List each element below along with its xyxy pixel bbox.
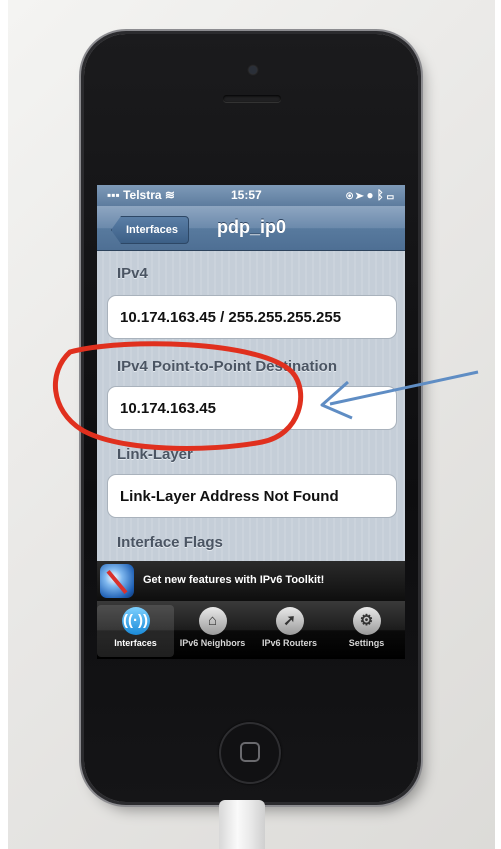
ad-text: Get new features with IPv6 Toolkit! [143, 574, 325, 586]
tab-label-interfaces: Interfaces [114, 638, 157, 648]
tab-bar: ((·)) Interfaces ⌂ IPv6 Neighbors ➚ IPv6… [97, 601, 405, 659]
carrier-name: ▪▪▪ Telstra ≋ [107, 188, 175, 202]
location-icon: ➤ [356, 188, 367, 202]
section-header-link-layer: Link-Layer [117, 446, 193, 463]
carrier-label: Telstra [123, 188, 162, 202]
bluetooth-icon: ᛒ [376, 188, 387, 202]
tab-interfaces[interactable]: ((·)) Interfaces [97, 605, 174, 657]
wifi-icon: ≋ [164, 188, 175, 202]
status-time: 15:57 [231, 188, 262, 202]
ipv4-address-cell[interactable]: 10.174.163.45 / 255.255.255.255 [107, 295, 397, 339]
arrow-icon: ➚ [275, 607, 304, 635]
p2p-destination-value: 10.174.163.45 [120, 400, 216, 417]
ad-banner[interactable]: Get new features with IPv6 Toolkit! [97, 561, 405, 601]
lightning-cable [219, 800, 265, 849]
tab-ipv6-neighbors[interactable]: ⌂ IPv6 Neighbors [174, 605, 251, 657]
ipv4-address-value: 10.174.163.45 / 255.255.255.255 [120, 309, 342, 326]
ipv6-toolkit-app-icon [100, 564, 134, 598]
section-header-ipv4: IPv4 [117, 265, 148, 282]
alarm-icon: ● [366, 188, 377, 202]
earpiece-speaker [223, 95, 281, 102]
home-icon: ⌂ [198, 607, 227, 635]
p2p-destination-cell[interactable]: 10.174.163.45 [107, 386, 397, 430]
interface-details: IPv4 10.174.163.45 / 255.255.255.255 IPv… [97, 251, 405, 561]
tab-label-settings: Settings [348, 638, 385, 648]
gear-icon: ⚙ [352, 607, 381, 635]
antenna-icon: ((·)) [121, 607, 150, 635]
phone-screen: ▪▪▪ Telstra ≋ 15:57 ◉➤●ᛒ▭ Interfaces pdp… [97, 185, 405, 659]
section-header-p2p-destination: IPv4 Point-to-Point Destination [117, 358, 337, 375]
link-layer-cell[interactable]: Link-Layer Address Not Found [107, 474, 397, 518]
link-layer-value: Link-Layer Address Not Found [120, 488, 339, 505]
status-bar: ▪▪▪ Telstra ≋ 15:57 ◉➤●ᛒ▭ [97, 185, 405, 206]
front-camera [249, 66, 257, 74]
tab-settings[interactable]: ⚙ Settings [328, 605, 405, 657]
lock-rotation-icon: ◉ [345, 188, 357, 202]
tab-ipv6-routers[interactable]: ➚ IPv6 Routers [251, 605, 328, 657]
navigation-bar: Interfaces pdp_ip0 [97, 206, 405, 251]
tab-label-ipv6-routers: IPv6 Routers [261, 638, 318, 648]
tab-label-ipv6-neighbors: IPv6 Neighbors [179, 638, 246, 648]
page-title: pdp_ip0 [217, 217, 287, 237]
section-header-interface-flags: Interface Flags [117, 534, 223, 551]
battery-icon: ▭ [386, 188, 397, 202]
home-button-square-icon [240, 742, 260, 762]
back-button-interfaces[interactable]: Interfaces [111, 216, 189, 244]
status-icons: ◉➤●ᛒ▭ [346, 188, 397, 202]
